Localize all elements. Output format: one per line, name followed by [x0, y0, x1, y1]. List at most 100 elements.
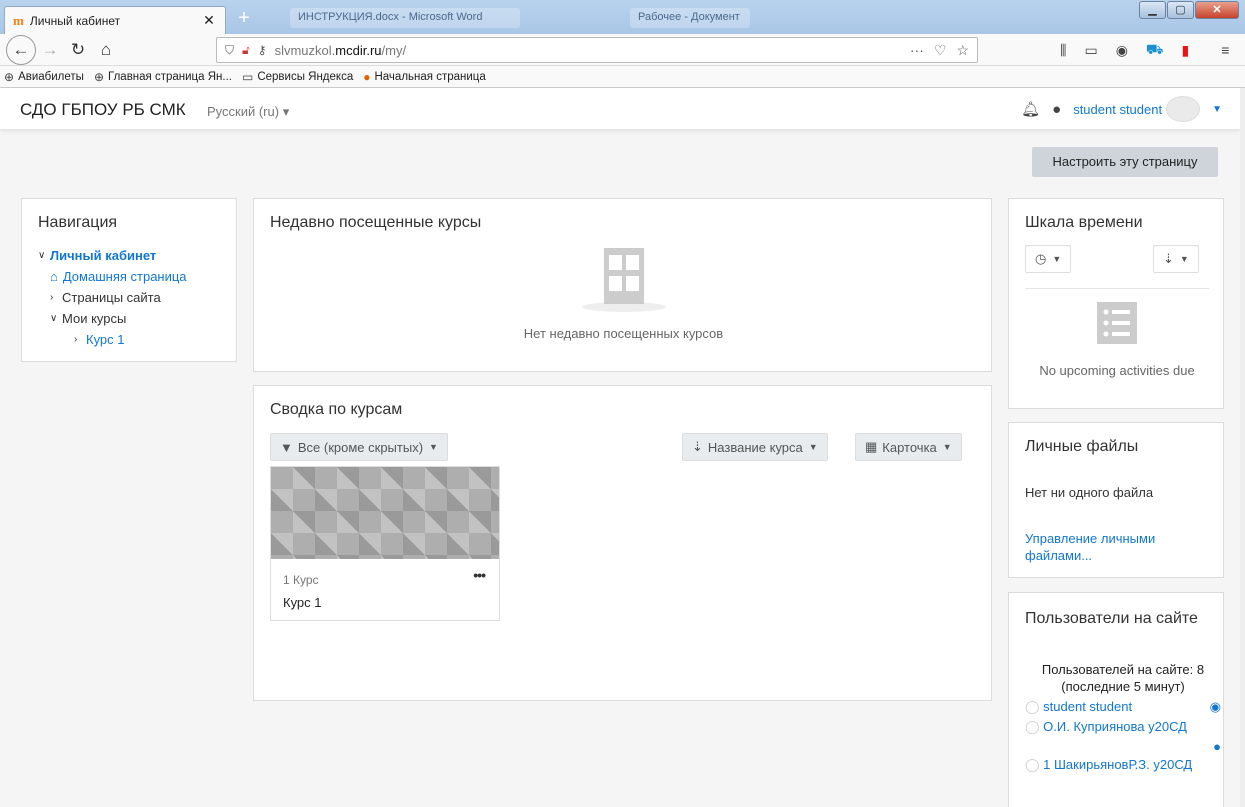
- recent-courses-block: Недавно посещенные курсы Нет недавно пос…: [253, 198, 992, 372]
- manage-files-link[interactable]: Управление личными файлами...: [1025, 530, 1205, 564]
- chevron-down-icon: ▼: [429, 442, 438, 452]
- recent-empty-state: Нет недавно посещенных курсов: [254, 245, 993, 341]
- bookmark-star-icon[interactable]: ☆: [956, 42, 969, 59]
- more-actions-icon[interactable]: •••: [473, 567, 486, 583]
- site-name-link[interactable]: СДО ГБПОУ РБ СМК: [20, 100, 186, 120]
- reload-icon[interactable]: ↻: [64, 36, 92, 64]
- list-item: ◯ О.И. Куприянова у20СД: [1025, 718, 1221, 736]
- folder-icon: ▭: [241, 69, 254, 84]
- eye-icon[interactable]: ◉: [1210, 698, 1221, 716]
- bookmarks-toolbar: ⊕ Авиабилеты ⊕ Главная страница Ян... ▭ Сер…: [0, 66, 1245, 88]
- window-close-icon[interactable]: ✕: [1195, 1, 1239, 19]
- chevron-down-icon: ▼: [808, 442, 818, 452]
- avatar[interactable]: [1166, 96, 1201, 122]
- home-icon[interactable]: ⌂: [92, 36, 120, 64]
- message-icon[interactable]: ●: [1213, 739, 1221, 754]
- recent-empty-text: Нет недавно посещенных курсов: [523, 326, 724, 341]
- customize-page-button[interactable]: Настроить эту страницу: [1032, 147, 1218, 177]
- filter-icon: ▼: [280, 439, 293, 455]
- timeline-empty-text: No upcoming activities due: [1039, 363, 1195, 378]
- filter-dropdown[interactable]: ▼ Все (кроме скрытых) ▼: [270, 433, 448, 461]
- bookmark-item[interactable]: ● Начальная страница: [363, 70, 486, 84]
- shield-icon[interactable]: ⛉: [225, 43, 234, 58]
- pocket-icon[interactable]: ♡: [934, 42, 947, 59]
- browser-tab-active[interactable]: m Личный кабинет ✕: [4, 6, 226, 34]
- firefox-icon: ●: [363, 69, 371, 84]
- bookmark-item[interactable]: ⊕ Авиабилеты: [4, 70, 84, 84]
- forward-arrow-icon[interactable]: →: [36, 36, 64, 64]
- page-actions-icon[interactable]: ···: [910, 42, 924, 59]
- timeline-block: Шкала времени ◷ ▼ ⇣ ▼ No upcoming activi…: [1008, 198, 1224, 409]
- bookmark-item[interactable]: ▭ Сервисы Яндекса: [242, 70, 353, 84]
- chat-bubble-icon[interactable]: ●: [1052, 101, 1061, 118]
- sort-icon: ⇣: [1163, 251, 1174, 266]
- language-menu[interactable]: Русский (ru) ▾: [207, 104, 289, 120]
- list-placeholder-icon: [1097, 302, 1137, 344]
- page-scrollbar[interactable]: [1240, 88, 1245, 807]
- user-icon: ◯: [1025, 699, 1044, 714]
- online-users-list: ◯ student student ◉ ◯ О.И. Куприянова у2…: [1025, 698, 1221, 774]
- background-window-folder[interactable]: Рабочее - Документ: [630, 8, 750, 28]
- chevron-down-icon[interactable]: ▼: [1212, 104, 1222, 115]
- menu-icon[interactable]: ≡: [1221, 42, 1229, 58]
- url-text[interactable]: slvmuzkol.mcdir.ru/my/: [275, 43, 910, 58]
- chevron-right-icon: ›: [74, 334, 78, 345]
- nav-item-course-1[interactable]: › Курс 1: [38, 329, 187, 350]
- nav-item-site-pages[interactable]: › Страницы сайта: [38, 287, 187, 308]
- nav-item-home[interactable]: ⌂ Домашняя страница: [38, 266, 187, 287]
- sort-icon: ⇣: [692, 439, 703, 454]
- sort-dropdown[interactable]: ⇣ Название курса ▼: [682, 433, 828, 461]
- nav-item-dashboard[interactable]: ∨ Личный кабинет: [38, 245, 187, 266]
- user-link[interactable]: ◯ 1 ШакирьяновР.З. у20СД: [1025, 757, 1192, 772]
- library-icon[interactable]: ⫼: [1060, 42, 1066, 59]
- online-users-title: Пользователи на сайте: [1025, 610, 1198, 627]
- no-files-text: Нет ни одного файла: [1025, 485, 1154, 500]
- insecure-lock-icon[interactable]: 🔓︎: [242, 43, 250, 58]
- maximize-icon[interactable]: ▢: [1167, 1, 1194, 19]
- list-item: ◯ 1 ШакирьяновР.З. у20СД: [1025, 756, 1221, 774]
- user-link[interactable]: ◯ О.И. Куприянова у20СД: [1025, 719, 1187, 734]
- tab-close-icon[interactable]: ✕: [201, 12, 217, 29]
- course-overview-block: Сводка по курсам ▼ Все (кроме скрытых) ▼…: [253, 385, 992, 701]
- course-card[interactable]: 1 Курс Курс 1 •••: [270, 466, 500, 621]
- window-controls: ▁ ▢ ✕: [1138, 1, 1239, 19]
- browser-tab-bar: m Личный кабинет ✕ + ИНСТРУКЦИЯ.docx - M…: [0, 0, 1245, 34]
- navigation-block: Навигация ∨ Личный кабинет ⌂ Домашняя ст…: [21, 198, 237, 362]
- cart-icon[interactable]: ⛟: [1146, 41, 1164, 60]
- user-link[interactable]: ◯ student student: [1025, 698, 1132, 716]
- navigation-title: Навигация: [38, 214, 118, 231]
- timeline-title: Шкала времени: [1025, 214, 1143, 231]
- account-icon[interactable]: ◉: [1116, 42, 1128, 59]
- recent-courses-title: Недавно посещенные курсы: [270, 214, 482, 231]
- private-files-block: Личные файлы Нет ни одного файла Управле…: [1008, 422, 1224, 578]
- key-icon[interactable]: ⚷: [258, 43, 267, 57]
- flag-extension-icon[interactable]: ▮: [1182, 42, 1190, 59]
- view-dropdown[interactable]: ▦ Карточка ▼: [855, 433, 962, 461]
- timeline-sort-dropdown[interactable]: ⇣ ▼: [1153, 245, 1199, 273]
- chevron-down-icon: ▼: [1179, 254, 1189, 264]
- bell-icon[interactable]: 🔔︎: [1021, 100, 1040, 118]
- url-bar[interactable]: ⛉ 🔓︎ ⚷ slvmuzkol.mcdir.ru/my/ ··· ♡ ☆: [216, 37, 978, 63]
- chevron-right-icon: ›: [50, 292, 54, 303]
- chevron-down-icon: ∨: [50, 313, 58, 324]
- new-tab-button[interactable]: +: [232, 8, 256, 30]
- online-users-block: Пользователи на сайте Пользователей на с…: [1008, 592, 1224, 807]
- background-window-word[interactable]: ИНСТРУКЦИЯ.docx - Microsoft Word: [290, 8, 520, 28]
- bookmark-item[interactable]: ⊕ Главная страница Ян...: [94, 70, 232, 84]
- list-item: ●: [1025, 738, 1221, 756]
- reader-view-icon[interactable]: ▭: [1084, 42, 1097, 59]
- grid-icon: ▦: [865, 439, 878, 454]
- chevron-down-icon: ▼: [1052, 254, 1062, 264]
- divider: [1025, 288, 1209, 289]
- course-image[interactable]: [271, 467, 499, 559]
- timeline-filter-dropdown[interactable]: ◷ ▼: [1025, 245, 1072, 273]
- navigation-tree: ∨ Личный кабинет ⌂ Домашняя страница › С…: [38, 245, 187, 350]
- nav-item-my-courses[interactable]: ∨ Мои курсы: [38, 308, 187, 329]
- moodle-favicon-icon: m: [13, 12, 24, 28]
- timeline-empty-state: No upcoming activities due: [1009, 302, 1225, 378]
- user-icon: ◯: [1025, 757, 1044, 772]
- user-name[interactable]: student student: [1073, 102, 1162, 117]
- minimize-icon[interactable]: ▁: [1139, 1, 1166, 19]
- course-name-link[interactable]: Курс 1: [283, 595, 322, 610]
- back-arrow-icon[interactable]: ←: [6, 34, 36, 65]
